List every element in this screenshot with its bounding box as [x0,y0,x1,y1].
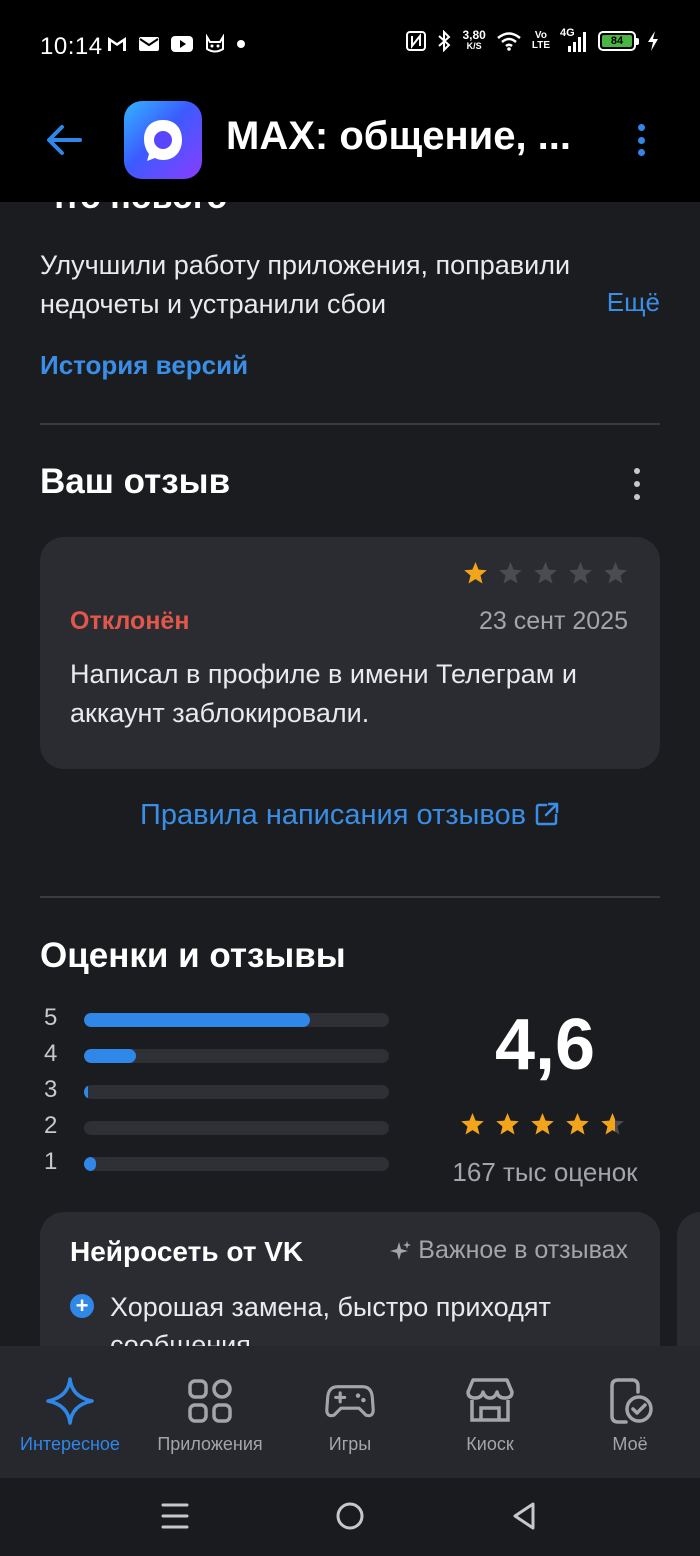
star-filled-icon [464,562,487,584]
signal-icon: 4G [560,27,588,52]
ai-summary-badge: Важное в отзывах [390,1236,628,1265]
recent-apps-button[interactable] [153,1496,197,1536]
app-icon [124,101,202,179]
version-history-link[interactable]: История версий [40,350,248,381]
gmail-icon [108,37,126,51]
rating-distribution: 5 4 3 2 1 [40,1002,390,1182]
store-icon [465,1376,515,1426]
rating-bar-label: 3 [44,1076,58,1103]
bottom-navigation: Интересное Приложения Игры Киоск Моё [0,1346,700,1478]
plus-circle-icon: + [70,1294,94,1318]
your-review-card: Отклонён 23 сент 2025 Написал в профиле … [40,537,660,769]
dot-icon [237,40,245,48]
review-date: 23 сент 2025 [479,607,628,635]
circle-home-icon [336,1502,364,1530]
rating-bar-label: 1 [44,1148,58,1175]
ai-summary-title: Нейросеть от VK [70,1236,304,1267]
rating-bar-track [84,1049,389,1063]
star-filled-icon [566,1113,589,1135]
rating-bar-row: 4 [40,1038,390,1074]
external-link-icon [535,802,559,826]
rating-bar-label: 5 [44,1004,58,1031]
system-navigation-bar [0,1478,700,1556]
rating-bar-fill [84,1013,310,1027]
charging-icon [648,31,658,51]
bluetooth-icon [438,30,451,52]
youtube-icon [171,36,193,52]
whats-new-heading: Что нового [40,202,227,217]
rating-bar-label: 4 [44,1040,58,1067]
nav-item-apps[interactable]: Приложения [140,1346,280,1478]
app-details-content[interactable]: Что нового Улучшили работу приложения, п… [0,202,700,1346]
cat-icon [206,34,224,53]
whats-new-text: Улучшили работу приложения, поправили не… [40,250,571,319]
star-filled-icon [531,1113,554,1135]
star-empty-icon [534,562,557,584]
apps-grid-icon [185,1376,235,1426]
nav-item-kiosk[interactable]: Киоск [420,1346,560,1478]
triangle-back-icon [513,1502,535,1530]
star-filled-icon [496,1113,519,1135]
ai-summary-point: Хорошая замена, быстро приходят сообщени… [110,1292,551,1346]
review-star-rating [463,561,628,586]
network-speed: 3,80 K/S [462,28,486,51]
rating-bar-track [84,1085,389,1099]
system-back-button[interactable] [502,1496,546,1536]
app-header: MAX: общение, ... [0,92,700,202]
ratings-reviews-title[interactable]: Оценки и отзывы [40,936,346,976]
ai-summary-card-next[interactable] [677,1212,700,1346]
star-empty-icon [569,562,592,584]
nav-item-games[interactable]: Игры [280,1346,420,1478]
ratings-count: 167 тыс оценок [452,1157,638,1187]
average-rating: 4,6 [494,1005,596,1085]
your-review-title: Ваш отзыв [40,462,231,501]
divider [40,423,660,425]
average-star-rating [460,1112,625,1137]
nav-item-my[interactable]: Моё [560,1346,700,1478]
mail-icon [139,37,159,51]
star-empty-icon [604,562,627,584]
review-rules-link[interactable]: Правила написания отзывов [0,799,700,832]
rating-bar-track [84,1013,389,1027]
battery-icon: 84 [598,31,639,51]
wifi-icon [497,32,521,51]
gamepad-icon [325,1376,375,1426]
rating-bar-track [84,1121,389,1135]
star-half-icon [601,1113,624,1135]
review-text: Написал в профиле в имени Телеграм и акк… [70,659,577,728]
rating-bar-track [84,1157,389,1171]
expand-more-link[interactable]: Ещё [607,287,660,318]
review-status-badge: Отклонён [70,607,190,635]
sparkle-icon [390,1240,412,1260]
ai-summary-card[interactable]: Нейросеть от VK Важное в отзывах + Хорош… [40,1212,660,1346]
app-title: MAX: общение, ... [226,114,572,158]
rating-bar-fill [84,1049,136,1063]
rating-bar-label: 2 [44,1112,58,1139]
back-button[interactable] [38,114,90,166]
arrow-left-icon [47,125,82,155]
nav-item-interesting[interactable]: Интересное [0,1346,140,1478]
more-options-button[interactable] [626,118,656,162]
sparkle-icon [45,1376,95,1426]
review-options-button[interactable] [626,464,648,504]
rating-bar-row: 2 [40,1110,390,1146]
system-status-icons: 3,80 K/S Vo LTE 4G 84 [406,27,660,52]
home-button[interactable] [328,1496,372,1536]
max-logo-icon [144,120,182,161]
rating-bar-row: 3 [40,1074,390,1110]
notification-icons [106,34,246,54]
nfc-icon [406,31,427,51]
my-apps-icon [605,1376,655,1426]
status-bar: 10:14 3,80 K/S Vo LTE 4G 84 [0,0,700,92]
rating-bar-fill [84,1157,97,1171]
volte-indicator: Vo LTE [531,30,550,51]
status-time: 10:14 [40,33,103,60]
rating-bar-row: 1 [40,1146,390,1182]
rating-bar-fill [84,1085,88,1099]
rating-bar-row: 5 [40,1002,390,1038]
star-empty-icon [499,562,522,584]
divider [40,896,660,898]
star-filled-icon [461,1113,484,1135]
menu-lines-icon [161,1503,189,1529]
